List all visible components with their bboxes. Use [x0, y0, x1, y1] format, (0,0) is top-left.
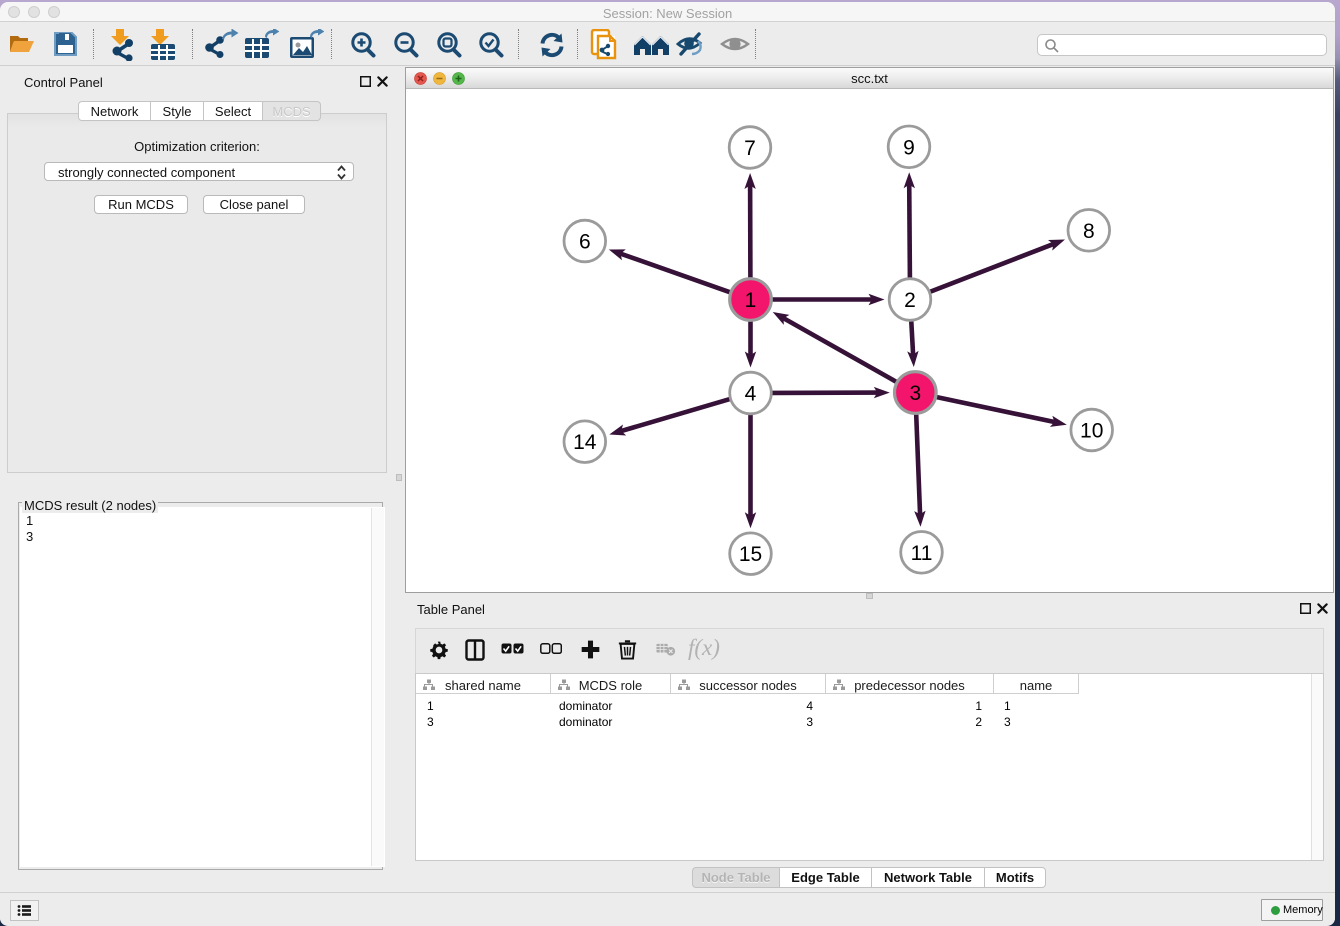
svg-text:2: 2: [904, 289, 916, 312]
svg-text:3: 3: [909, 382, 921, 405]
svg-text:6: 6: [579, 231, 591, 254]
svg-text:7: 7: [744, 137, 756, 160]
svg-text:10: 10: [1080, 420, 1103, 443]
svg-text:8: 8: [1083, 220, 1095, 243]
svg-text:14: 14: [573, 431, 597, 454]
svg-text:1: 1: [745, 289, 757, 312]
svg-text:4: 4: [745, 383, 757, 406]
svg-text:9: 9: [903, 136, 915, 159]
svg-text:15: 15: [739, 543, 762, 566]
svg-text:11: 11: [911, 542, 933, 565]
